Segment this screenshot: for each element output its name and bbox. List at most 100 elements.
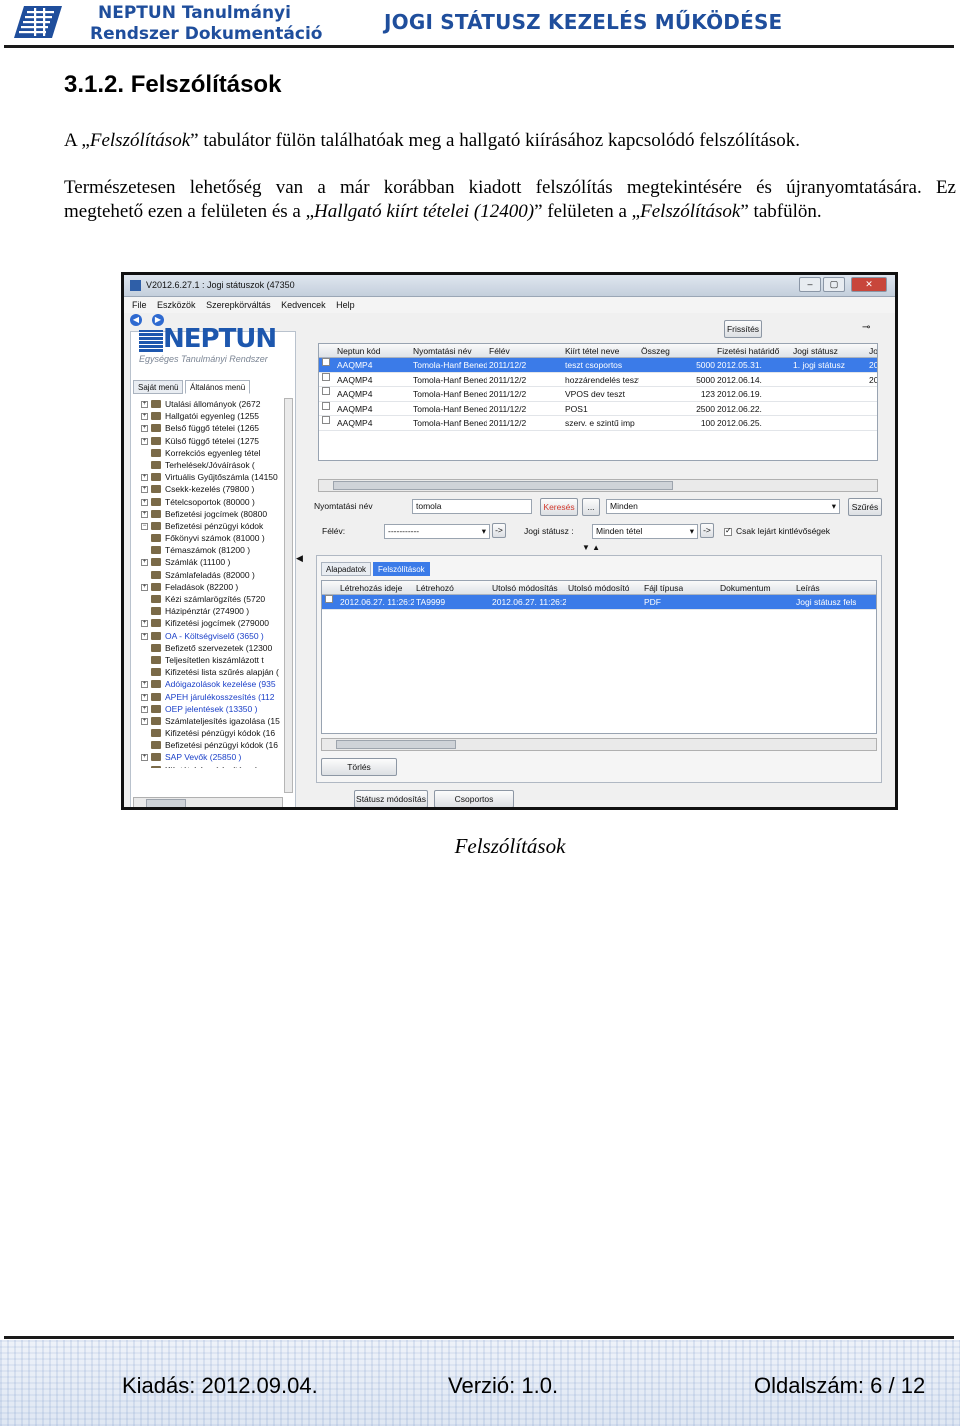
- col-jo[interactable]: Jo: [869, 344, 877, 358]
- tree-item[interactable]: Teljesítetlen kiszámlázott t: [141, 654, 289, 666]
- table-row[interactable]: AAQMP4 Tomola-Hanf Bened 2011/12/2 teszt cs…: [319, 358, 877, 373]
- filter-button[interactable]: Szűrés: [848, 498, 882, 516]
- tree-hscrollbar[interactable]: [133, 797, 283, 807]
- tree-item[interactable]: Főkönyvi számok (81000 ): [141, 532, 289, 544]
- table-row[interactable]: 2012.06.27. 11:26:2 TA9999 2012.06.27. 11:…: [322, 595, 876, 610]
- table-row[interactable]: AAQMP4 Tomola-Hanf Bened 2011/12/2 POS1 2500…: [319, 401, 877, 416]
- semester-select[interactable]: ----------- ▾: [384, 524, 490, 539]
- mode-select[interactable]: Minden ▾: [606, 499, 840, 514]
- col-kiirt-tetel-neve[interactable]: Kiírt tétel neve: [565, 344, 619, 358]
- expired-checkbox[interactable]: ✓: [724, 526, 732, 536]
- expand-icon[interactable]: +: [141, 486, 148, 494]
- expand-icon[interactable]: +: [141, 425, 148, 433]
- tree-item[interactable]: + Külső függő tételei (1275: [141, 435, 289, 447]
- expand-icon[interactable]: +: [141, 413, 148, 421]
- col-felev[interactable]: Félév: [489, 344, 510, 358]
- col-dokumentum[interactable]: Dokumentum: [720, 581, 771, 595]
- tab-felszolitasok[interactable]: Felszólítások: [373, 562, 430, 576]
- tree-item[interactable]: Kiír tételek módosítása (...: [141, 764, 289, 768]
- tree-item[interactable]: Kifizetési pénzügyi kódok (16: [141, 727, 289, 739]
- col-jogi-statusz[interactable]: Jogi státusz: [793, 344, 838, 358]
- tree-item[interactable]: Korrekciós egyenleg tétel: [141, 447, 289, 459]
- expand-icon[interactable]: +: [141, 474, 148, 482]
- menu-kedvencek[interactable]: Kedvencek: [281, 300, 326, 310]
- col-fizetesi-hatarido[interactable]: Fizetési határidő: [717, 344, 779, 358]
- tree-item[interactable]: + Befizetési jogcímek (80800: [141, 508, 289, 520]
- tree-item[interactable]: Témaszámok (81200 ): [141, 544, 289, 556]
- status-select[interactable]: Minden tétel ▾: [592, 524, 698, 539]
- table-row[interactable]: AAQMP4 Tomola-Hanf Bened 2011/12/2 VPOS dev…: [319, 387, 877, 402]
- expand-icon[interactable]: +: [141, 754, 148, 762]
- delete-button[interactable]: Törlés: [321, 758, 397, 776]
- expand-icon[interactable]: +: [141, 717, 148, 725]
- tree-item[interactable]: + Virtuális Gyűjtőszámla (14150: [141, 471, 289, 483]
- tree-item[interactable]: Kézi számlarögzítés (5720: [141, 593, 289, 605]
- tree-item[interactable]: + OA - Költségviselő (3650 ): [141, 630, 289, 642]
- tree-item[interactable]: + Feladások (82200 ): [141, 581, 289, 593]
- expand-icon[interactable]: +: [141, 681, 148, 689]
- col-letrehozas-ideje[interactable]: Létrehozás ideje: [340, 581, 402, 595]
- status-go-button[interactable]: ->: [700, 523, 714, 538]
- tree-item[interactable]: Kifizetési lista szűrés alapján (: [141, 666, 289, 678]
- expand-icon[interactable]: +: [141, 510, 148, 518]
- col-utolso-modosito[interactable]: Utolsó módosító: [568, 581, 629, 595]
- tab-alapadatok[interactable]: Alapadatok: [321, 562, 372, 576]
- col-nyomtatasi-nev[interactable]: Nyomtatási név: [413, 344, 472, 358]
- expand-icon[interactable]: +: [141, 583, 148, 591]
- menu-szerepkorvaltas[interactable]: Szerepkörváltás: [206, 300, 271, 310]
- collapse-arrow-icon[interactable]: ◀: [296, 553, 303, 564]
- tree-item[interactable]: + Számlateljesítés igazolása (15: [141, 715, 289, 727]
- col-letrehozo[interactable]: Létrehozó: [416, 581, 454, 595]
- bottom-grid-hscrollbar[interactable]: [321, 738, 877, 751]
- expand-icon[interactable]: +: [141, 401, 148, 408]
- tree-item[interactable]: Befizető szervezetek (12300: [141, 642, 289, 654]
- tree-item[interactable]: Számlafeladás (82000 ): [141, 569, 289, 581]
- tree-item[interactable]: + Csekk-kezelés (79800 ): [141, 483, 289, 495]
- tree-item[interactable]: + APEH járulékosszesítés (112: [141, 691, 289, 703]
- tree-item[interactable]: Házipénztár (274900 ): [141, 605, 289, 617]
- top-grid-hscrollbar[interactable]: [318, 479, 878, 492]
- col-neptun-kod[interactable]: Neptun kód: [337, 344, 380, 358]
- status-change-button[interactable]: Státusz módosítás: [354, 790, 428, 807]
- row-checkbox[interactable]: [322, 372, 330, 381]
- tree-item[interactable]: + Tételcsoportok (80000 ): [141, 496, 289, 508]
- close-button[interactable]: ✕: [851, 277, 887, 292]
- row-checkbox[interactable]: [322, 358, 330, 366]
- name-input[interactable]: tomola: [412, 499, 532, 514]
- expand-icon[interactable]: +: [141, 705, 148, 713]
- splitter-arrows-icon[interactable]: ▼ ▲: [582, 543, 600, 552]
- expand-icon[interactable]: +: [141, 693, 148, 701]
- row-checkbox[interactable]: [322, 401, 330, 410]
- maximize-button[interactable]: ▢: [823, 277, 845, 292]
- tree-item[interactable]: Befizetési pénzügyi kódok (16: [141, 739, 289, 751]
- tree-item[interactable]: + Adóigazolások kezelése (935: [141, 678, 289, 690]
- tree-item[interactable]: − Befizetési pénzügyi kódok: [141, 520, 289, 532]
- table-row[interactable]: AAQMP4 Tomola-Hanf Bened 2011/12/2 hozzáren…: [319, 372, 877, 387]
- menu-eszkozok[interactable]: Eszközök: [157, 300, 196, 310]
- group-print-button[interactable]: Csoportos nyomtatás: [434, 790, 514, 807]
- tree-vscrollbar[interactable]: [284, 398, 293, 793]
- col-utolso-modositas[interactable]: Utolsó módosítás: [492, 581, 558, 595]
- expand-icon[interactable]: +: [141, 498, 148, 506]
- pin-icon[interactable]: ⊸: [862, 322, 870, 333]
- menu-file[interactable]: File: [132, 300, 147, 310]
- row-checkbox[interactable]: [322, 387, 330, 395]
- col-leiras[interactable]: Leírás: [796, 581, 820, 595]
- collapse-icon[interactable]: −: [141, 522, 148, 530]
- back-arrow-icon[interactable]: ◀: [130, 314, 142, 326]
- menu-help[interactable]: Help: [336, 300, 355, 310]
- col-fajl-tipusa[interactable]: Fájl típusa: [644, 581, 683, 595]
- tree-item[interactable]: + Utalási állományok (2672: [141, 398, 289, 410]
- tab-sajat-menu[interactable]: Saját menü: [133, 380, 184, 394]
- ellipsis-button[interactable]: ...: [582, 498, 600, 516]
- tree-item[interactable]: + Számlák (11100 ): [141, 556, 289, 568]
- tree-item[interactable]: + Belső függő tételei (1265: [141, 422, 289, 434]
- minimize-button[interactable]: –: [799, 277, 821, 292]
- tree-item[interactable]: + OEP jelentések (13350 ): [141, 703, 289, 715]
- tree-item[interactable]: Terhelések/Jóváírások (: [141, 459, 289, 471]
- tab-altalanos-menu[interactable]: Általános menü: [185, 380, 251, 394]
- col-osszeg[interactable]: Összeg: [641, 344, 670, 358]
- row-checkbox[interactable]: [325, 595, 333, 603]
- table-row[interactable]: AAQMP4 Tomola-Hanf Bened 2011/12/2 szerv. e…: [319, 416, 877, 431]
- refresh-button[interactable]: Frissítés: [724, 320, 762, 338]
